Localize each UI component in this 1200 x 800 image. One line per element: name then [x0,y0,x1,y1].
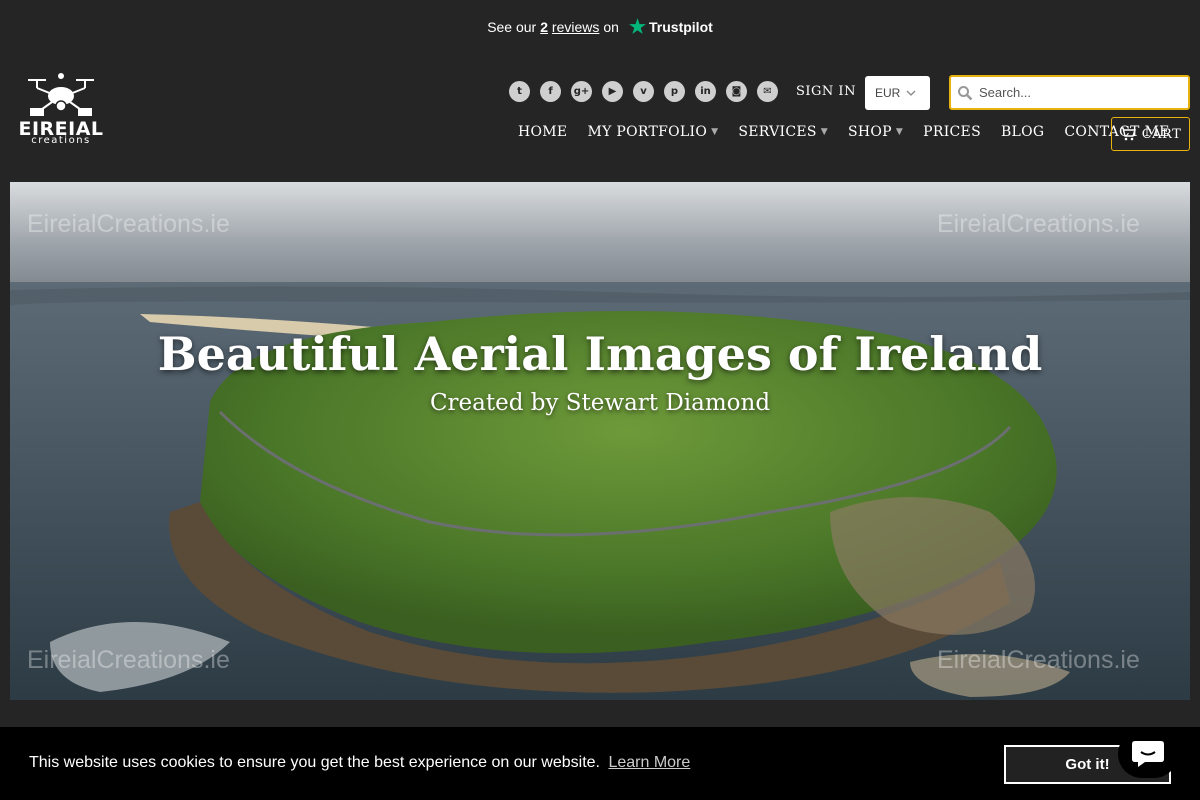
site-logo[interactable]: EIREIAL creations [12,72,110,146]
nav-portfolio-label: MY PORTFOLIO [587,124,708,140]
watermark-text: EireialCreations.ie [27,646,230,674]
caret-down-icon: ▼ [820,127,828,137]
caret-down-icon: ▼ [711,127,719,137]
trustpilot-bar: See our 2 reviews on ★ Trustpilot [0,0,1200,54]
trustpilot-brand: Trustpilot [649,19,713,35]
nav-shop-label: SHOP [848,124,892,140]
trustpilot-star-icon: ★ [628,16,647,38]
cart-button[interactable]: CART [1111,117,1190,151]
nav-my-portfolio[interactable]: MY PORTFOLIO ▼ [587,124,718,140]
instagram-icon[interactable]: ◙ [726,81,747,102]
nav-blog-label: BLOG [1000,124,1045,140]
trustpilot-reviews-label: reviews [551,19,600,35]
nav-services[interactable]: SERVICES ▼ [738,124,828,140]
cookie-banner: This website uses cookies to ensure you … [0,727,1200,800]
currency-value: EUR [875,86,901,100]
chevron-down-icon [906,90,916,96]
sign-in-link[interactable]: SIGN IN [796,84,856,99]
trustpilot-logo[interactable]: ★ Trustpilot [629,18,713,37]
cart-icon [1120,127,1136,141]
watermark-text: EireialCreations.ie [27,210,230,238]
trustpilot-reviews-link[interactable]: 2 reviews [540,19,599,35]
google-plus-icon[interactable]: g+ [571,81,592,102]
nav-services-label: SERVICES [738,124,817,140]
nav-blog[interactable]: BLOG [1001,124,1044,140]
hero-subtitle: Created by Stewart Diamond [429,390,771,416]
facebook-icon[interactable]: f [540,81,561,102]
cookie-message-text: This website uses cookies to ensure you … [29,754,600,771]
nav-prices[interactable]: PRICES [923,124,981,140]
watermark-text: EireialCreations.ie [937,210,1140,238]
email-icon[interactable]: ✉ [757,81,778,102]
youtube-icon[interactable]: ▶ [602,81,623,102]
chat-button[interactable] [1118,730,1178,778]
logo-subtitle: creations [31,135,91,146]
watermark-text: EireialCreations.ie [937,646,1140,674]
caret-down-icon: ▼ [895,127,904,137]
hero-aerial-image [10,182,1190,700]
trustpilot-prefix: See our [487,19,537,35]
drone-icon [28,73,94,116]
main-navigation: HOME MY PORTFOLIO ▼ SERVICES ▼ SHOP ▼ PRICE… [518,124,1190,140]
hero-banner[interactable]: EireialCreations.ie EireialCreations.ie … [10,182,1190,700]
nav-shop[interactable]: SHOP ▼ [848,124,903,140]
cart-label: CART [1141,126,1182,142]
hero-title: Beautiful Aerial Images of Ireland [157,327,1043,381]
learn-more-link[interactable]: Learn More [608,754,690,771]
nav-prices-label: PRICES [923,124,981,140]
vimeo-icon[interactable]: v [633,81,654,102]
chat-icon [1132,741,1164,767]
search-input[interactable] [979,85,1179,100]
currency-select[interactable]: EUR [865,76,930,110]
pinterest-icon[interactable]: p [664,81,685,102]
nav-home-label: HOME [518,124,568,140]
social-links: t f g+ ▶ v p in ◙ ✉ [509,81,778,102]
trustpilot-suffix: on [603,19,619,35]
nav-home[interactable]: HOME [518,124,567,140]
twitter-icon[interactable]: t [509,81,530,102]
cookie-message: This website uses cookies to ensure you … [29,754,690,772]
search-icon[interactable] [957,85,973,101]
linkedin-icon[interactable]: in [695,81,716,102]
trustpilot-review-count: 2 [540,19,549,35]
search-box [949,75,1190,110]
